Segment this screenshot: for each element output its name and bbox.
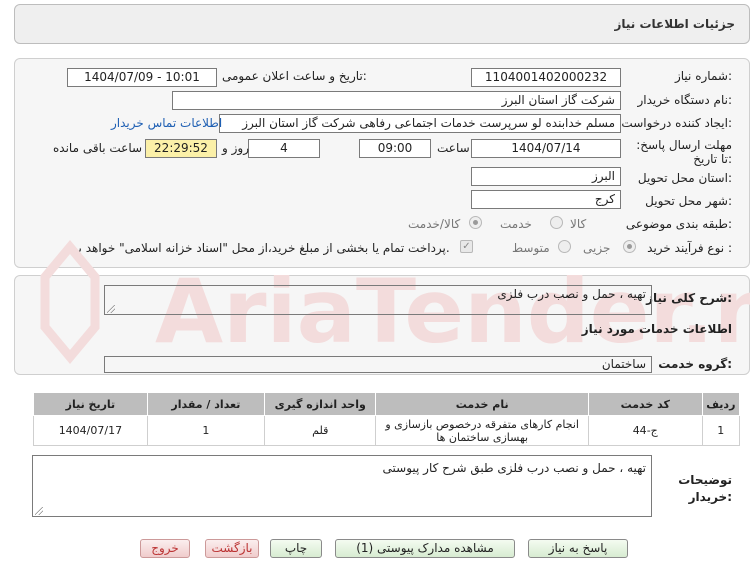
cell-unit: قلم (264, 415, 377, 446)
city-field[interactable]: کرج (471, 190, 621, 209)
col-row: ردیف (701, 392, 741, 416)
buyer-contact-link[interactable]: اطلاعات تماس خریدار (111, 116, 222, 130)
deadline-label: مهلت ارسال پاسخ: تا تاریخ: (636, 138, 732, 166)
services-table: ردیف کد خدمت نام خدمت واحد اندازه گیری ت… (33, 392, 741, 446)
remaining-time-field: 22:29:52 (145, 139, 217, 158)
cell-quantity: 1 (146, 415, 266, 446)
category-label: طبقه بندی موضوعی: (625, 217, 732, 231)
back-button[interactable]: بازگشت (205, 539, 259, 558)
page-title: جزئیات اطلاعات نیاز (614, 17, 735, 31)
announce-date-label: تاریخ و ساعت اعلان عمومی: (222, 69, 367, 83)
summary-field[interactable]: تهیه ، حمل و نصب درب فلزی (104, 285, 652, 315)
buyer-org-field[interactable]: شرکت گاز استان البرز (172, 91, 621, 110)
process-minor-radio[interactable] (623, 240, 636, 253)
service-group-label: گروه خدمت: (658, 357, 732, 371)
cell-need-date: 1404/07/17 (33, 415, 148, 446)
buyer-org-label: نام دستگاه خریدار: (637, 93, 733, 107)
deadline-hour-label: ساعت (437, 141, 470, 155)
buyer-notes-label: توضیحات خریدار: (678, 473, 732, 504)
category-option-goods-label: کالا (570, 217, 587, 231)
col-service-code: کد خدمت (587, 392, 703, 416)
print-button[interactable]: چاپ (270, 539, 322, 558)
col-need-date: تاریخ نیاز (33, 392, 148, 416)
need-number-label: شماره نیاز: (674, 69, 732, 83)
buyer-notes-resize-handle[interactable] (35, 507, 43, 515)
creator-label: ایجاد کننده درخواست: (621, 116, 732, 130)
process-option-medium-label: متوسط (512, 241, 550, 255)
city-label: شهر محل تحویل: (645, 194, 732, 208)
service-group-field[interactable]: ساختمان (104, 356, 652, 373)
province-field[interactable]: البرز (471, 167, 621, 186)
services-section-title: اطلاعات خدمات مورد نیاز (581, 322, 732, 336)
remaining-time-label: ساعت باقی مانده (53, 141, 143, 155)
exit-button[interactable]: خروج (140, 539, 190, 558)
deadline-date-field[interactable]: 1404/07/14 (471, 139, 621, 158)
process-label: نوع فرآیند خرید : (647, 241, 732, 255)
cell-row: 1 (701, 415, 741, 446)
need-number-field[interactable]: 1104001402000232 (471, 68, 621, 87)
category-option-both-label: کالا/خدمت (408, 217, 461, 231)
category-option-service-label: خدمت (500, 217, 532, 231)
table-row[interactable]: 1 ج-44 انجام کارهای متفرقه درخصوص بازساز… (33, 415, 741, 446)
days-remaining-field[interactable]: 4 (248, 139, 320, 158)
creator-field[interactable]: مسلم خدابنده لو سرپرست خدمات اجتماعی رفا… (219, 114, 621, 133)
view-attachments-button[interactable]: مشاهده مدارک پیوستی (1) (335, 539, 515, 558)
cell-service-code: ج-44 (587, 415, 703, 446)
page-header: جزئیات اطلاعات نیاز (14, 4, 750, 44)
process-medium-radio[interactable] (558, 240, 571, 253)
treasury-payment-checkbox[interactable]: ✓ (460, 240, 473, 253)
province-label: استان محل تحویل: (637, 171, 732, 185)
services-table-header: ردیف کد خدمت نام خدمت واحد اندازه گیری ت… (33, 392, 741, 416)
days-and-label: روز و (222, 141, 249, 155)
col-unit: واحد اندازه گیری (264, 392, 377, 416)
process-option-minor-label: جزیی (583, 241, 611, 255)
deadline-time-field[interactable]: 09:00 (359, 139, 431, 158)
cell-service-name: انجام کارهای متفرقه درخصوص بازسازی و بهس… (375, 415, 589, 446)
summary-resize-handle[interactable] (107, 305, 115, 313)
category-goods-radio[interactable] (550, 216, 563, 229)
category-service-radio[interactable] (469, 216, 482, 229)
reply-button[interactable]: پاسخ به نیاز (528, 539, 628, 558)
treasury-payment-note: پرداخت تمام یا بخشی از مبلغ خرید،از محل … (67, 241, 450, 255)
announce-date-field[interactable]: 1404/07/09 - 10:01 (67, 68, 217, 87)
summary-label: شرح کلی نیاز: (646, 291, 732, 305)
col-quantity: تعداد / مقدار (146, 392, 266, 416)
col-service-name: نام خدمت (375, 392, 589, 416)
buyer-notes-field[interactable]: تهیه ، حمل و نصب درب فلزی طبق شرح کار پی… (32, 455, 652, 517)
